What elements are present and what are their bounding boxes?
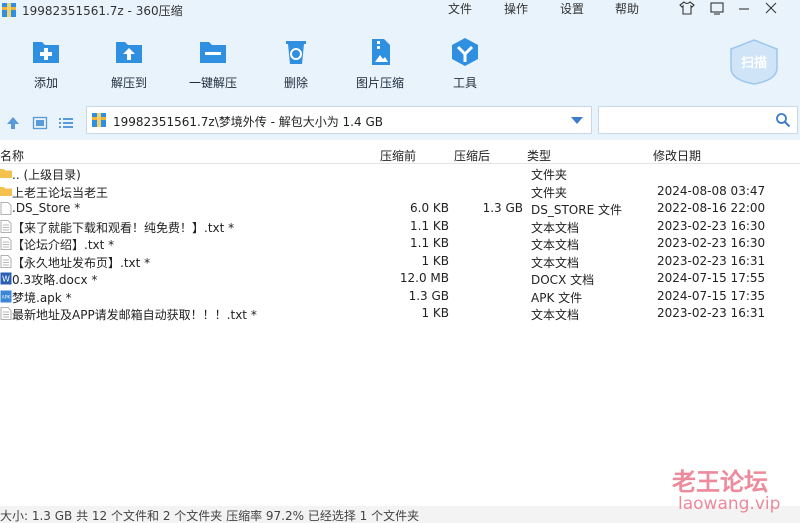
file-compressed-size: 1.3 GB — [408, 288, 449, 303]
add-label: 添加 — [33, 76, 58, 90]
column-type[interactable]: 类型 — [527, 147, 551, 164]
skin-icon[interactable] — [678, 1, 696, 17]
thumbnail-view-icon[interactable] — [32, 115, 48, 131]
column-header: 名称 压缩前 压缩后 类型 修改日期 — [0, 144, 800, 164]
menu-file[interactable]: 文件 — [448, 0, 472, 17]
file-modified-date: 2023-02-23 16:31 — [657, 306, 766, 320]
file-name: 梦境.apk * — [12, 290, 72, 305]
file-modified-date: 2024-07-15 17:55 — [657, 271, 766, 285]
file-name: 最新地址及APP请发邮箱自动获取！！！.txt * — [12, 308, 257, 322]
search-input[interactable] — [605, 111, 765, 129]
list-view-icon[interactable] — [58, 115, 74, 131]
column-name[interactable]: 名称 — [0, 147, 24, 164]
file-type: 文本文档 — [531, 220, 580, 235]
menu-settings[interactable]: 设置 — [560, 0, 584, 17]
one-click-extract-label: 一键解压 — [188, 76, 237, 90]
extract-to-label: 解压到 — [110, 76, 147, 90]
image-compress-icon — [372, 39, 390, 65]
file-row[interactable]: 【论坛介绍】.txt * 1.1 KB 文本文档 2023-02-23 16:30 — [0, 235, 800, 253]
extract-to-icon — [116, 42, 142, 63]
image-compress-button[interactable]: 图片压缩 — [340, 30, 420, 96]
file-name: 上老王论坛当老王 — [12, 185, 109, 200]
delete-label: 删除 — [283, 76, 308, 90]
archive-icon — [92, 113, 106, 127]
column-original[interactable]: 压缩后 — [454, 147, 490, 164]
file-row[interactable]: W 0.3攻略.docx * 12.0 MB DOCX 文档 2024-07-15 17… — [0, 270, 800, 288]
file-name: 【论坛介绍】.txt * — [12, 238, 115, 252]
file-modified-date: 2024-08-08 03:47 — [657, 183, 766, 198]
file-modified-date: 2022-08-16 22:00 — [657, 201, 766, 215]
file-modified-date: 2024-07-15 17:35 — [657, 288, 766, 303]
file-compressed-size: 1.1 KB — [410, 218, 449, 233]
feedback-icon[interactable] — [708, 1, 726, 17]
file-row[interactable]: 【永久地址发布页】.txt * 1 KB 文本文档 2023-02-23 16:31 — [0, 253, 800, 271]
file-modified-date: 2023-02-23 16:30 — [657, 218, 766, 233]
tools-icon — [452, 38, 478, 66]
search-icon[interactable] — [775, 112, 791, 128]
file-type: 文件夹 — [531, 185, 568, 200]
file-original-size: 1.3 GB — [482, 201, 523, 215]
file-name: .DS_Store * — [12, 201, 81, 215]
menu-operation[interactable]: 操作 — [504, 0, 528, 17]
one-click-extract-icon — [200, 42, 226, 63]
search-box — [598, 106, 798, 134]
file-name: 【永久地址发布页】.txt * — [12, 255, 151, 270]
svg-text:APK: APK — [2, 294, 12, 300]
chevron-down-icon[interactable] — [571, 117, 583, 124]
address-row: 19982351561.7z\梦境外传 - 解包大小为 1.4 GB — [0, 106, 800, 140]
add-button[interactable]: 添加 — [6, 30, 86, 96]
scan-button[interactable]: 扫描 — [727, 38, 781, 86]
image-compress-label: 图片压缩 — [355, 76, 404, 90]
column-compressed[interactable]: 压缩前 — [380, 147, 416, 164]
title-bar: 19982351561.7z - 360压缩 文件 操作 设置 帮助 — [0, 0, 800, 20]
file-row[interactable]: 【来了就能下载和观看！纯免费！】.txt * 1.1 KB 文本文档 2023-02-… — [0, 218, 800, 236]
file-name: 0.3攻略.docx * — [12, 273, 98, 287]
add-icon — [33, 42, 59, 63]
file-compressed-size: 1.1 KB — [410, 236, 449, 250]
file-type: DOCX 文档 — [531, 273, 595, 287]
file-name: .. (上级目录) — [12, 168, 81, 182]
address-bar[interactable]: 19982351561.7z\梦境外传 - 解包大小为 1.4 GB — [86, 106, 592, 134]
file-modified-date: 2023-02-23 16:31 — [657, 253, 766, 268]
up-arrow-icon[interactable] — [5, 115, 21, 131]
tools-label: 工具 — [452, 76, 477, 90]
file-type: APK 文件 — [531, 290, 583, 305]
file-name: 【来了就能下载和观看！纯免费！】.txt * — [12, 220, 235, 235]
file-type: DS_STORE 文件 — [531, 203, 622, 217]
one-click-extract-button[interactable]: 一键解压 — [173, 30, 253, 96]
file-compressed-size: 1 KB — [421, 306, 449, 320]
file-row[interactable]: .DS_Store * 6.0 KB 1.3 GB DS_STORE 文件 2022-0… — [0, 200, 800, 218]
archive-app-icon — [2, 3, 16, 17]
tools-button[interactable]: 工具 — [425, 30, 505, 96]
file-row[interactable]: 上老王论坛当老王 文件夹 2024-08-08 03:47 — [0, 183, 800, 201]
file-compressed-size: 12.0 MB — [399, 271, 449, 285]
file-row[interactable]: 最新地址及APP请发邮箱自动获取！！！.txt * 1 KB 文本文档 2023-02… — [0, 305, 800, 323]
svg-text:W: W — [2, 275, 10, 284]
close-icon[interactable] — [762, 1, 780, 17]
recycle-bin-icon — [286, 41, 306, 64]
file-type: 文件夹 — [531, 168, 568, 182]
address-path: 19982351561.7z\梦境外传 - 解包大小为 1.4 GB — [113, 115, 383, 129]
file-compressed-size: 6.0 KB — [410, 201, 449, 215]
window-title: 19982351561.7z - 360压缩 — [22, 4, 183, 18]
file-row[interactable]: APK 梦境.apk * 1.3 GB APK 文件 2024-07-15 17:35 — [0, 288, 800, 306]
menu-help[interactable]: 帮助 — [615, 0, 639, 17]
scan-label: 扫描 — [740, 56, 767, 71]
file-list: .. (上级目录) 文件夹 上老王论坛当老王 文件夹 2024-08-08 03:47.… — [0, 165, 800, 323]
file-type: 文本文档 — [531, 308, 580, 322]
watermark-title: 老王论坛 — [672, 468, 768, 496]
file-type: 文本文档 — [531, 238, 580, 252]
delete-button[interactable]: 删除 — [256, 30, 336, 96]
top-panel: 19982351561.7z - 360压缩 文件 操作 设置 帮助 添加 解压… — [0, 0, 800, 106]
file-compressed-size: 1 KB — [421, 253, 449, 268]
file-row[interactable]: .. (上级目录) 文件夹 — [0, 165, 800, 183]
file-type: 文本文档 — [531, 255, 580, 270]
column-modified[interactable]: 修改日期 — [653, 147, 701, 164]
extract-to-button[interactable]: 解压到 — [89, 30, 169, 96]
minimize-icon[interactable] — [735, 1, 753, 17]
watermark-url: laowang.vip — [678, 494, 781, 514]
status-text: 大小: 1.3 GB 共 12 个文件和 2 个文件夹 压缩率 97.2% 已经… — [0, 509, 420, 523]
file-modified-date: 2023-02-23 16:30 — [657, 236, 766, 250]
